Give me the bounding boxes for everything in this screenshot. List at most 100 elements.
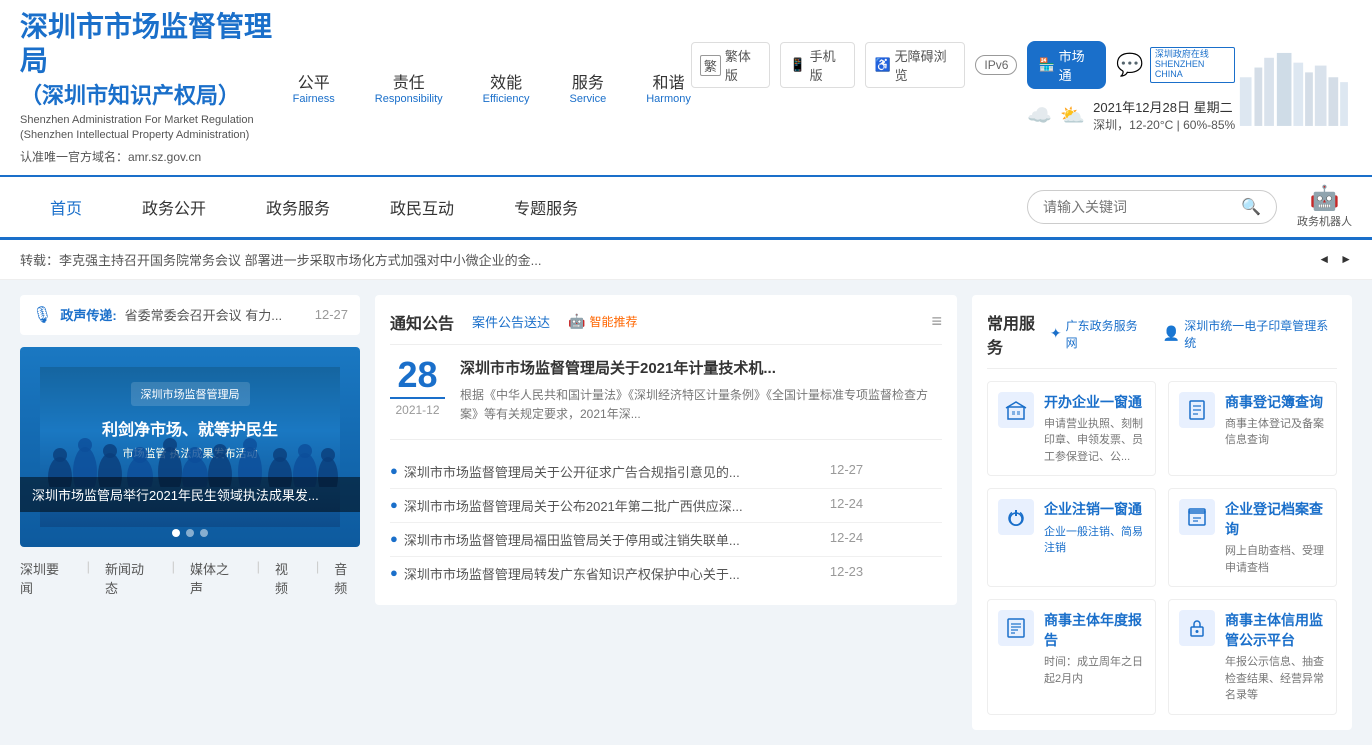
search-icon[interactable]: 🔍: [1241, 197, 1261, 217]
voice-broadcast: 🎙 政声传递: 省委常委会召开会议 有力... 12-27: [20, 295, 360, 335]
service-credit-platform[interactable]: 商事主体信用监管公示平台 年报公示信息、抽查检查结果、经营异常名录等: [1168, 599, 1337, 715]
traditional-icon: 繁: [700, 55, 721, 76]
value-fairness[interactable]: 公平 Fairness: [293, 69, 335, 105]
news-link-audio[interactable]: 音频: [334, 559, 360, 597]
bullet-icon: ●: [390, 565, 398, 580]
annual-name: 商事主体年度报告: [1044, 610, 1145, 650]
open-company-desc: 申请营业执照、刻制印章、申领发票、员工参保登记、公...: [1044, 416, 1145, 466]
market-btn[interactable]: 🏪 市场通: [1027, 41, 1106, 89]
service-grid: 开办企业一窗通 申请营业执照、刻制印章、申领发票、员工参保登记、公...: [987, 381, 1337, 715]
slide-dots: [172, 529, 208, 537]
lock-icon: [1186, 617, 1208, 639]
service-company-cancel[interactable]: 企业注销一窗通 企业一般注销、简易注销: [987, 488, 1156, 587]
ai-badge: 🤖 智能推荐: [568, 313, 637, 330]
notice-featured-title[interactable]: 深圳市市场监督管理局关于2021年计量技术机...: [460, 357, 942, 378]
notice-item-date: 12-24: [830, 496, 863, 511]
search-input[interactable]: [1043, 199, 1241, 215]
header-tools: 繁 繁体版 📱 手机版 ♿ 无障碍浏览 IPv6 🏪 市场通 💬 深圳政府在线 …: [691, 41, 1235, 89]
date-ym: 2021-12: [390, 397, 445, 417]
biz-register-icon-box: [1179, 392, 1215, 428]
guangdong-link[interactable]: ✦ 广东政务服务网: [1050, 317, 1148, 351]
nav-home[interactable]: 首页: [20, 177, 112, 240]
right-column: 常用服务 ✦ 广东政务服务网 👤 深圳市统一电子印章管理系统: [972, 295, 1352, 730]
building-svg: [1235, 47, 1352, 127]
star-icon: ✦: [1050, 325, 1062, 342]
slide-dot-3[interactable]: [200, 529, 208, 537]
document-icon: [1186, 399, 1208, 421]
nav-gov-open[interactable]: 政务公开: [112, 177, 236, 237]
news-links: 深圳要闻 | 新闻动态 | 媒体之声 | 视频 | 音频: [20, 559, 360, 597]
credit-icon-box: [1179, 610, 1215, 646]
voice-label: 政声传递:: [60, 305, 116, 324]
credit-desc: 年报公示信息、抽查检查结果、经营异常名录等: [1225, 654, 1326, 704]
voice-text[interactable]: 省委常委会召开会议 有力...: [125, 305, 307, 324]
open-company-name: 开办企业一窗通: [1044, 392, 1145, 412]
header-center: 公平 Fairness 责任 Responsibility 效能 Efficie…: [293, 69, 691, 105]
slide-dot-1[interactable]: [172, 529, 180, 537]
notice-section: 通知公告 案件公告送达 🤖 智能推荐 ≡ 28 2021-12 深圳市市场监督管…: [375, 295, 957, 605]
nav-gov-service[interactable]: 政务服务: [236, 177, 360, 237]
cloud-icon: ☁️: [1027, 103, 1052, 128]
nav-interaction[interactable]: 政民互动: [360, 177, 484, 237]
mobile-icon: 📱: [789, 57, 805, 73]
service-annual-report[interactable]: 商事主体年度报告 时间：成立周年之日起2月内: [987, 599, 1156, 715]
service-archive-query[interactable]: 企业登记档案查询 网上自助查档、受理申请查档: [1168, 488, 1337, 587]
notice-item-text[interactable]: 深圳市市场监督管理局福田监管局关于停用或注销失联单...: [404, 530, 824, 549]
annual-icon-box: [998, 610, 1034, 646]
nav-special[interactable]: 专题服务: [484, 177, 608, 237]
notice-header: 通知公告 案件公告送达 🤖 智能推荐 ≡: [390, 310, 942, 345]
notice-featured-body: 深圳市市场监督管理局关于2021年计量技术机... 根据《中华人民共和国计量法》…: [460, 357, 942, 424]
left-column: 🎙 政声传递: 省委常委会召开会议 有力... 12-27 深圳市场监督管理局 …: [20, 295, 360, 730]
stamp-link[interactable]: 👤 深圳市统一电子印章管理系统: [1163, 317, 1337, 351]
news-link-media[interactable]: 媒体之声: [190, 559, 242, 597]
service-biz-register[interactable]: 商事登记簿查询 商事主体登记及备案信息查询: [1168, 381, 1337, 477]
news-link-video[interactable]: 视频: [275, 559, 301, 597]
value-efficiency[interactable]: 效能 Efficiency: [483, 69, 530, 105]
robot-icon: 🤖: [1310, 184, 1340, 213]
value-harmony[interactable]: 和谐 Harmony: [646, 69, 691, 105]
ticker-next[interactable]: ►: [1340, 252, 1352, 266]
credit-name: 商事主体信用监管公示平台: [1225, 610, 1326, 650]
list-item: ● 深圳市市场监督管理局关于公开征求广告合规指引意见的... 12-27: [390, 455, 942, 489]
traditional-btn[interactable]: 繁 繁体版: [691, 42, 771, 88]
power-icon: [1005, 506, 1027, 528]
ipv6-btn[interactable]: IPv6: [975, 55, 1017, 75]
news-link-dynamics[interactable]: 新闻动态: [105, 559, 157, 597]
weather-info: 2021年12月28日 星期二 深圳，12-20°C | 60%-85%: [1093, 97, 1235, 133]
notice-item-text[interactable]: 深圳市市场监督管理局关于公开征求广告合规指引意见的...: [404, 462, 824, 481]
sun-icon: ⛅: [1060, 103, 1085, 128]
ticker-prev[interactable]: ◄: [1318, 252, 1330, 266]
logo-domain: 认准唯一官方域名：amr.sz.gov.cn: [20, 148, 293, 165]
cancel-icon-box: [998, 499, 1034, 535]
nav-values: 公平 Fairness 责任 Responsibility 效能 Efficie…: [293, 69, 691, 105]
annual-desc: 时间：成立周年之日起2月内: [1044, 654, 1145, 687]
mobile-btn[interactable]: 📱 手机版: [780, 42, 855, 88]
notice-more[interactable]: ≡: [931, 311, 942, 332]
value-responsibility[interactable]: 责任 Responsibility: [375, 69, 443, 105]
nav-bar: 首页 政务公开 政务服务 政民互动 专题服务 🔍 🤖 政务机器人: [0, 177, 1372, 240]
notice-tab-announcement[interactable]: 案件公告送达: [464, 310, 558, 333]
slideshow: 深圳市场监督管理局 利剑净市场、就等护民生 市场监管 执法成果发布活动: [20, 347, 360, 547]
date-block: 28 2021-12: [390, 357, 445, 424]
list-item: ● 深圳市市场监督管理局转发广东省知识产权保护中心关于... 12-23: [390, 557, 942, 590]
value-service[interactable]: 服务 Service: [570, 69, 607, 105]
list-item: ● 深圳市市场监督管理局关于公布2021年第二批广西供应深... 12-24: [390, 489, 942, 523]
news-link-shenzhen[interactable]: 深圳要闻: [20, 559, 72, 597]
service-open-company[interactable]: 开办企业一窗通 申请营业执照、刻制印章、申领发票、员工参保登记、公...: [987, 381, 1156, 477]
archive-info: 企业登记档案查询 网上自助查档、受理申请查档: [1225, 499, 1326, 576]
search-box: 🔍: [1027, 190, 1277, 224]
notice-item-text[interactable]: 深圳市市场监督管理局关于公布2021年第二批广西供应深...: [404, 496, 824, 515]
accessible-btn[interactable]: ♿ 无障碍浏览: [865, 42, 965, 88]
chat-icon[interactable]: 💬: [1116, 52, 1143, 78]
credit-info: 商事主体信用监管公示平台 年报公示信息、抽查检查结果、经营异常名录等: [1225, 610, 1326, 704]
open-company-icon-box: [998, 392, 1034, 428]
common-service-links: ✦ 广东政务服务网 👤 深圳市统一电子印章管理系统: [1050, 317, 1337, 351]
voice-date: 12-27: [315, 307, 348, 322]
common-services-title: 常用服务: [987, 310, 1050, 358]
robot-btn[interactable]: 🤖 政务机器人: [1297, 184, 1352, 229]
notice-list: ● 深圳市市场监督管理局关于公开征求广告合规指引意见的... 12-27 ● 深…: [390, 455, 942, 590]
notice-item-date: 12-23: [830, 564, 863, 579]
notice-item-text[interactable]: 深圳市市场监督管理局转发广东省知识产权保护中心关于...: [404, 564, 824, 583]
search-area: 🔍 🤖 政务机器人: [1027, 184, 1352, 229]
slide-dot-2[interactable]: [186, 529, 194, 537]
